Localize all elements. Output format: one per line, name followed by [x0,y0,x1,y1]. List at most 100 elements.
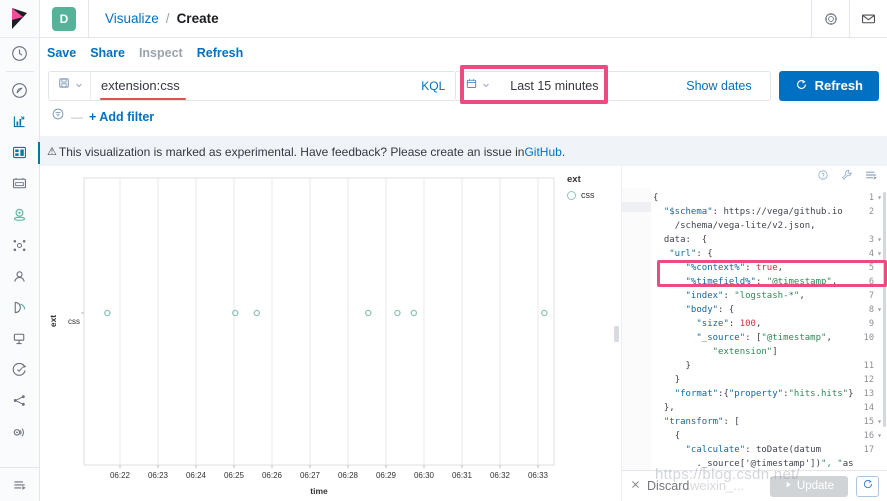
editor-scrollbar[interactable] [883,192,886,427]
x-axis-tick-label: 06:30 [414,471,435,480]
help-circle-icon[interactable] [811,0,849,38]
experimental-banner: ⚠ This visualization is marked as experi… [40,136,887,166]
sidebar-item-discover[interactable] [0,75,40,106]
editor-code-line[interactable]: /schema/vega-lite/v2.json, [653,222,816,231]
vega-spec-editor-panel: 1▾23▾4▾5678▾9101112131415▾16▾17 { "$sche… [621,166,887,501]
resize-grip-icon [614,326,619,342]
sidebar-item-logs[interactable] [0,292,40,323]
query-language-badge[interactable]: KQL [411,79,455,93]
editor-code-line[interactable]: { [653,432,680,441]
github-link[interactable]: GitHub [524,145,561,159]
editor-line-number: 4 [869,250,874,259]
wrench-icon[interactable] [840,168,853,186]
editor-code-line[interactable]: "calculate": toDate(datum [653,446,821,455]
x-axis-tick-label: 06:29 [376,471,397,480]
sidebar-item-apm[interactable] [0,323,40,354]
update-button[interactable]: Update [770,476,848,497]
add-filter-button[interactable]: + Add filter [89,110,154,124]
sidebar-item-maps[interactable] [0,199,40,230]
query-underline-annotation [100,98,186,101]
calendar-button[interactable] [456,77,498,95]
breadcrumb-visualize[interactable]: Visualize [105,11,159,26]
save-button[interactable]: Save [47,46,76,60]
editor-code-line[interactable]: "body": { [653,306,734,315]
visualization-panel: 06:2206:2306:2406:2506:2606:2706:2806:29… [40,166,611,501]
editor-code-line[interactable]: data: { [653,236,707,245]
editor-code-line[interactable]: ._source['@timestamp'])", "as [653,460,854,469]
share-button[interactable]: Share [90,46,125,60]
sidebar-item-siem[interactable] [0,385,40,416]
editor-line-number: 7 [869,292,874,301]
search-input[interactable]: extension:css [91,78,411,93]
code-fold-toggle[interactable]: ▾ [877,418,882,426]
editor-code-line[interactable]: "extension"] [653,348,778,357]
editor-line-number: 2 [869,208,874,217]
editor-code-line[interactable]: "index": "logstash-*", [653,292,805,301]
code-editor[interactable]: 1▾23▾4▾5678▾9101112131415▾16▾17 { "$sche… [622,188,887,470]
sidebar-item-machine-learning[interactable] [0,230,40,261]
sidebar-item-collapse-nav[interactable] [0,467,40,501]
header-actions [811,0,887,38]
inspect-button[interactable]: Inspect [139,46,183,60]
filter-dash: — [71,110,83,124]
discard-button-label: Discard [647,479,689,493]
discard-button[interactable]: Discard [630,479,689,493]
editor-code-line[interactable]: "transform": [ [653,418,740,427]
chart-legend: ext css [567,174,595,200]
editor-content-split: 06:2206:2306:2406:2506:2606:2706:2806:29… [40,166,887,501]
x-axis-tick-label: 06:28 [338,471,359,480]
editor-code-line[interactable]: "url": { [653,250,713,259]
mail-icon[interactable] [849,0,887,38]
x-axis-tick-label: 06:24 [186,471,207,480]
editor-code-line[interactable]: "size": 100, [653,320,761,329]
code-fold-toggle[interactable]: ▾ [877,432,882,440]
help-icon[interactable] [817,168,829,186]
code-fold-toggle[interactable]: ▾ [877,306,882,314]
editor-code-line[interactable]: }, [653,404,675,413]
sidebar-item-canvas[interactable] [0,168,40,199]
vega-scatter-chart: 06:2206:2306:2406:2506:2606:2706:2806:29… [40,166,611,501]
refresh-link-button[interactable]: Refresh [197,46,244,60]
code-fold-toggle[interactable]: ▾ [877,250,882,258]
list-options-icon[interactable] [864,168,878,187]
editor-code-line[interactable]: "format":{"property":"hits.hits"} [653,390,854,399]
editor-code-line[interactable]: "$schema": https://vega/github.io [653,208,843,217]
editor-line-number: 8 [869,306,874,315]
close-x-icon [630,479,641,493]
editor-line-number: 12 [864,376,874,385]
filter-bar: — + Add filter [40,104,887,129]
refresh-button[interactable]: Refresh [779,71,879,101]
calendar-icon [465,77,478,95]
sidebar-item-infrastructure[interactable] [0,261,40,292]
editor-code-line[interactable]: "%context%": true, [653,264,783,273]
legend-entry[interactable]: css [567,190,595,200]
editor-code-line[interactable]: "_source": ["@timestamp", [653,334,832,343]
code-fold-toggle[interactable]: ▾ [877,194,882,202]
breadcrumb: Visualize / Create [105,11,219,26]
query-bar: extension:css KQL Last 15 minutes Show d… [40,67,887,104]
sidebar-item-dashboard[interactable] [0,137,40,168]
space-avatar[interactable]: D [52,7,76,31]
y-axis-tick-label: css [68,317,80,326]
code-fold-toggle[interactable]: ▾ [877,236,882,244]
sidebar-item-dev-tools[interactable] [0,416,40,447]
saved-query-button[interactable] [49,76,90,95]
panel-resize-handle[interactable] [611,166,621,501]
filter-icon[interactable] [51,107,65,126]
editor-code-line[interactable]: } [653,362,691,371]
refresh-button-label: Refresh [815,78,863,93]
auto-refresh-button[interactable] [856,476,879,497]
sidebar-item-visualize[interactable] [0,106,40,137]
editor-code-line[interactable]: } [653,376,680,385]
kibana-logo-icon[interactable] [0,0,40,38]
date-range-value[interactable]: Last 15 minutes [498,71,646,101]
app-header: D Visualize / Create [40,0,887,38]
editor-footer: Discard Update [622,470,887,501]
editor-code-line[interactable]: "%timefield%": "@timestamp", [653,278,837,287]
editor-code-line[interactable]: { [653,194,658,203]
sidebar-item-recently-viewed[interactable] [0,38,40,69]
show-dates-button[interactable]: Show dates [646,79,769,93]
update-button-label: Update [797,480,834,492]
sidebar-item-uptime[interactable] [0,354,40,385]
legend-title: ext [567,174,595,185]
